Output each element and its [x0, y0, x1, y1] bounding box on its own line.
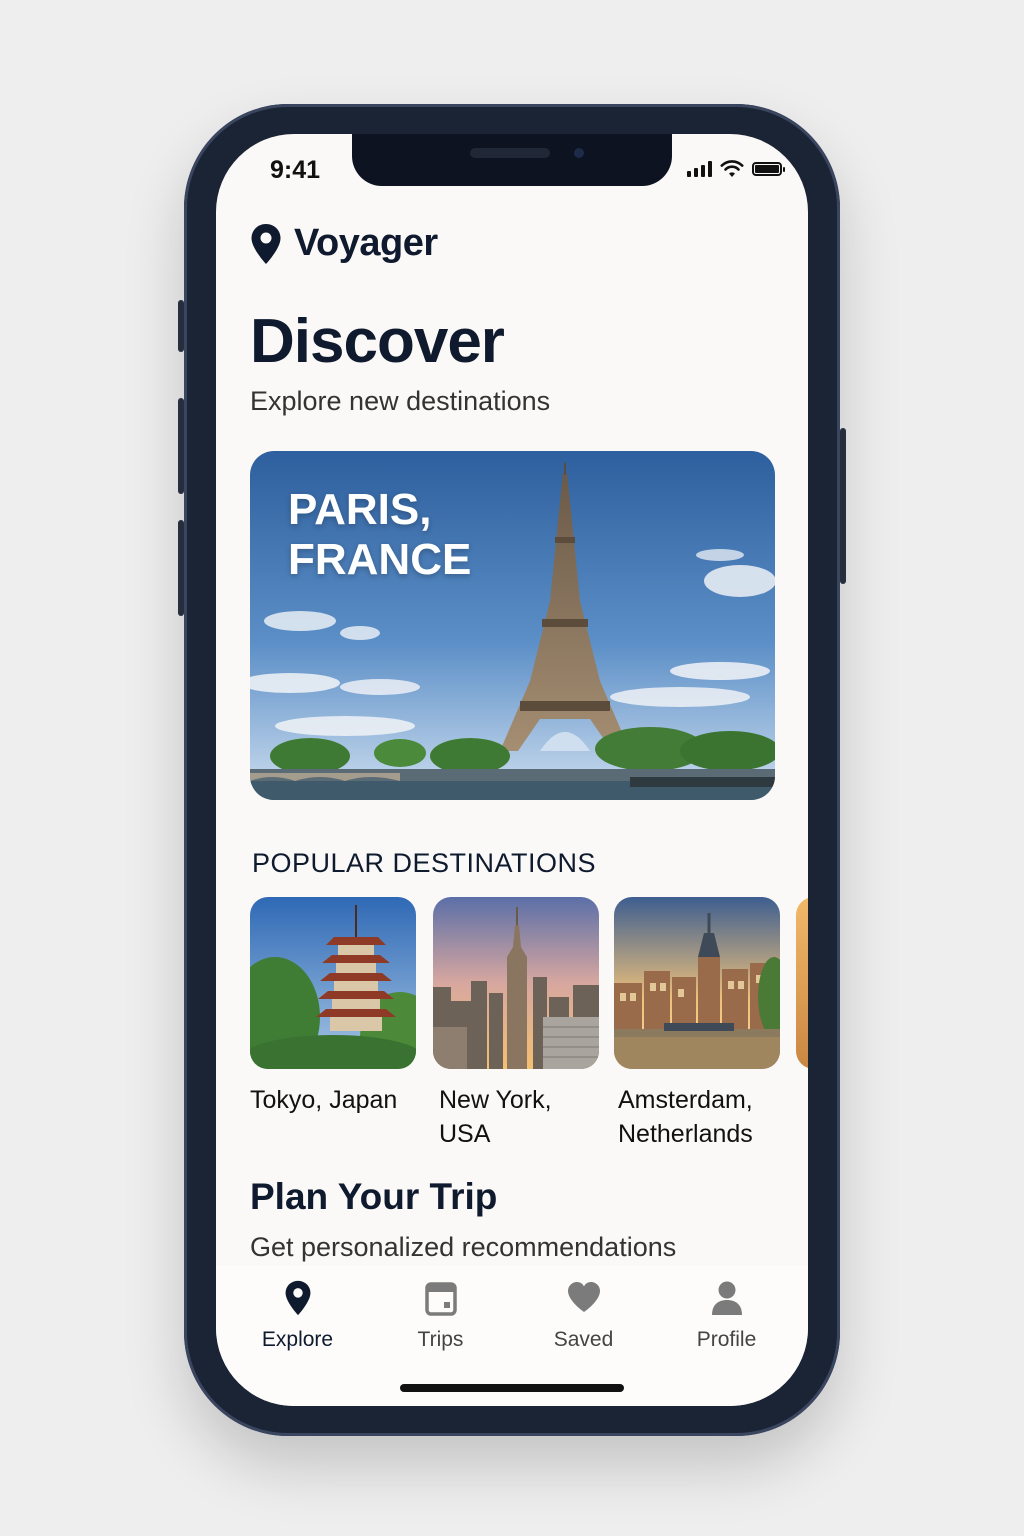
destination-card-amsterdam[interactable]: Amsterdam, Netherlands: [614, 897, 780, 1151]
tab-label: Trips: [417, 1328, 464, 1351]
phone-screen: 9:41 Voyager Discover Explore new destin…: [216, 134, 808, 1406]
new-york-skyline-image: [433, 897, 599, 1069]
app-name: Voyager: [294, 222, 438, 264]
speaker: [470, 148, 550, 158]
destination-label: New York, USA: [439, 1086, 552, 1148]
notch: [352, 134, 672, 186]
battery-icon: [752, 162, 785, 176]
user-icon: [711, 1281, 742, 1315]
wifi-icon: [720, 160, 744, 177]
page-title: Discover: [250, 307, 505, 376]
plan-trip-subtitle: Get personalized recommendations: [250, 1232, 677, 1262]
app-brand: Voyager: [250, 222, 438, 265]
amsterdam-canal-image: [614, 897, 780, 1069]
status-time: 9:41: [270, 156, 321, 184]
calendar-icon: [424, 1282, 457, 1316]
featured-destination-title: PARIS, FRANCE: [288, 485, 472, 584]
tab-label: Explore: [261, 1328, 334, 1351]
tab-label: Profile: [696, 1328, 757, 1351]
power-button: [840, 428, 846, 584]
map-pin-icon: [251, 223, 281, 264]
destination-card-tokyo[interactable]: Tokyo, Japan: [250, 897, 416, 1117]
page-subtitle: Explore new destinations: [250, 386, 551, 416]
destination-card-peek[interactable]: [796, 897, 808, 1069]
popular-destinations-heading: POPULAR DESTINATIONS: [252, 848, 597, 878]
tab-profile[interactable]: Profile: [662, 1266, 792, 1406]
tokyo-pagoda-image: [250, 897, 416, 1069]
plan-trip-title: Plan Your Trip: [250, 1176, 498, 1217]
home-indicator[interactable]: [400, 1384, 624, 1392]
tab-explore[interactable]: Explore: [233, 1266, 363, 1406]
tab-label: Saved: [553, 1328, 614, 1351]
heart-icon: [567, 1282, 600, 1312]
map-pin-icon: [285, 1280, 310, 1316]
destination-card-new-york[interactable]: New York, USA: [433, 897, 599, 1151]
destination-label: Tokyo, Japan: [250, 1086, 398, 1114]
camera: [570, 144, 588, 162]
status-icons: [687, 160, 785, 178]
featured-destination-card[interactable]: PARIS, FRANCE: [250, 451, 775, 800]
signal-icon: [687, 161, 712, 177]
destination-label: Amsterdam, Netherlands: [618, 1086, 753, 1148]
